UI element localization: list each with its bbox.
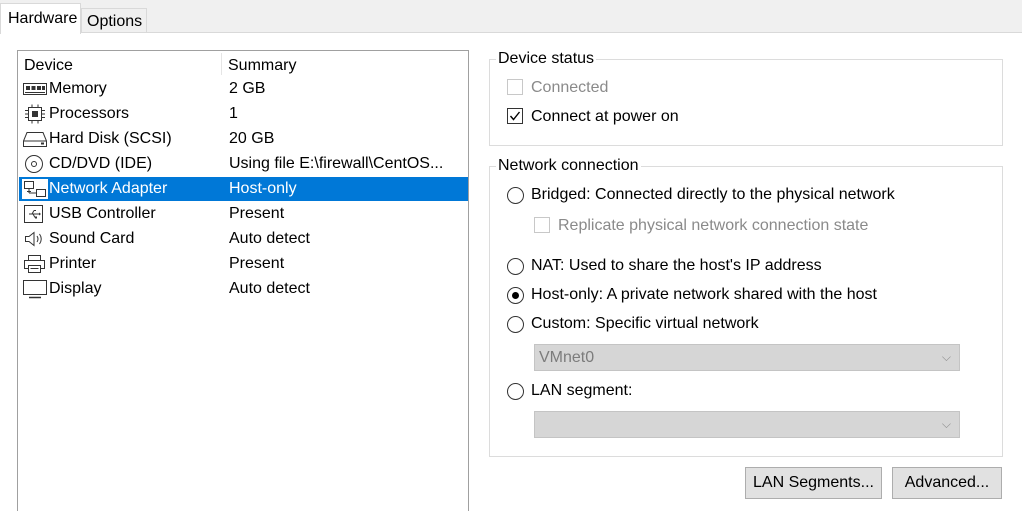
device-name: Hard Disk (SCSI) [49,130,172,147]
printer-icon [24,255,45,273]
device-name: Processors [49,105,130,122]
custom-radio[interactable] [507,316,524,333]
device-row-display[interactable]: Display Auto detect [19,277,468,301]
device-name: Memory [49,80,107,97]
lan-segments-button[interactable]: LAN Segments... [745,467,882,499]
device-name: USB Controller [49,205,156,222]
replicate-label: Replicate physical network connection st… [558,217,869,234]
device-summary: Present [229,255,285,272]
network-adapter-icon [22,179,48,199]
device-summary: Host-only [229,180,297,197]
column-header-device[interactable]: Device [24,55,73,77]
device-status-title: Device status [496,49,597,69]
advanced-button[interactable]: Advanced... [892,467,1002,499]
cd-dvd-icon [25,155,43,173]
bridged-radio[interactable] [507,187,524,204]
device-summary: Present [229,205,285,222]
column-header-summary[interactable]: Summary [228,55,296,77]
device-row-memory[interactable]: Memory 2 GB [19,77,468,101]
connected-label: Connected [531,79,609,96]
device-name: Printer [49,255,97,272]
device-row-usb-controller[interactable]: USB Controller Present [19,202,468,226]
device-summary: 2 GB [229,80,266,97]
device-list[interactable]: Device Summary Memory 2 GB Processors 1 [17,50,469,511]
device-row-network-adapter[interactable]: Network Adapter Host-only [19,177,468,201]
connect-at-power-on-label: Connect at power on [531,108,679,125]
check-icon [509,111,521,121]
memory-icon [23,83,47,95]
lan-segment-radio[interactable] [507,383,524,400]
device-summary: Using file E:\firewall\CentOS... [229,155,444,172]
radio-selected-dot [512,292,519,299]
speaker-icon [25,231,42,247]
bridged-label: Bridged: Connected directly to the physi… [531,186,895,203]
device-summary: 20 GB [229,130,275,147]
device-row-hard-disk[interactable]: Hard Disk (SCSI) 20 GB [19,127,468,151]
connected-checkbox[interactable] [507,79,523,95]
replicate-checkbox[interactable] [534,217,550,233]
lan-segment-select[interactable]: ⌵ [534,411,960,438]
nat-label: NAT: Used to share the host's IP address [531,257,822,274]
device-summary: 1 [229,105,238,122]
host-only-label: Host-only: A private network shared with… [531,286,877,303]
hard-disk-icon [23,132,47,147]
processor-icon [25,104,45,124]
device-summary: Auto detect [229,280,310,297]
host-only-radio[interactable] [507,287,524,304]
tab-hardware[interactable]: Hardware [0,3,81,34]
chevron-down-icon: ⌵ [941,350,951,364]
tab-strip [0,0,1022,33]
nat-radio[interactable] [507,258,524,275]
device-row-sound-card[interactable]: Sound Card Auto detect [19,227,468,251]
usb-icon [24,205,43,223]
device-row-cd-dvd[interactable]: CD/DVD (IDE) Using file E:\firewall\Cent… [19,152,468,176]
lan-segment-label: LAN segment: [531,382,633,399]
connect-at-power-on-checkbox[interactable] [507,108,523,124]
network-connection-title: Network connection [496,156,641,176]
custom-label: Custom: Specific virtual network [531,315,759,332]
tab-options[interactable]: Options [81,8,147,33]
device-row-printer[interactable]: Printer Present [19,252,468,276]
device-name: Network Adapter [49,180,168,197]
chevron-down-icon: ⌵ [941,417,951,431]
device-row-processors[interactable]: Processors 1 [19,102,468,126]
device-status-group [489,59,1003,146]
display-icon [23,280,47,299]
custom-network-select[interactable]: VMnet0 ⌵ [534,344,960,371]
device-name: Display [49,280,102,297]
device-name: CD/DVD (IDE) [49,155,153,172]
device-name: Sound Card [49,230,135,247]
device-summary: Auto detect [229,230,310,247]
tab-divider [78,32,1022,33]
column-separator[interactable] [221,53,222,75]
custom-network-value: VMnet0 [539,349,595,366]
